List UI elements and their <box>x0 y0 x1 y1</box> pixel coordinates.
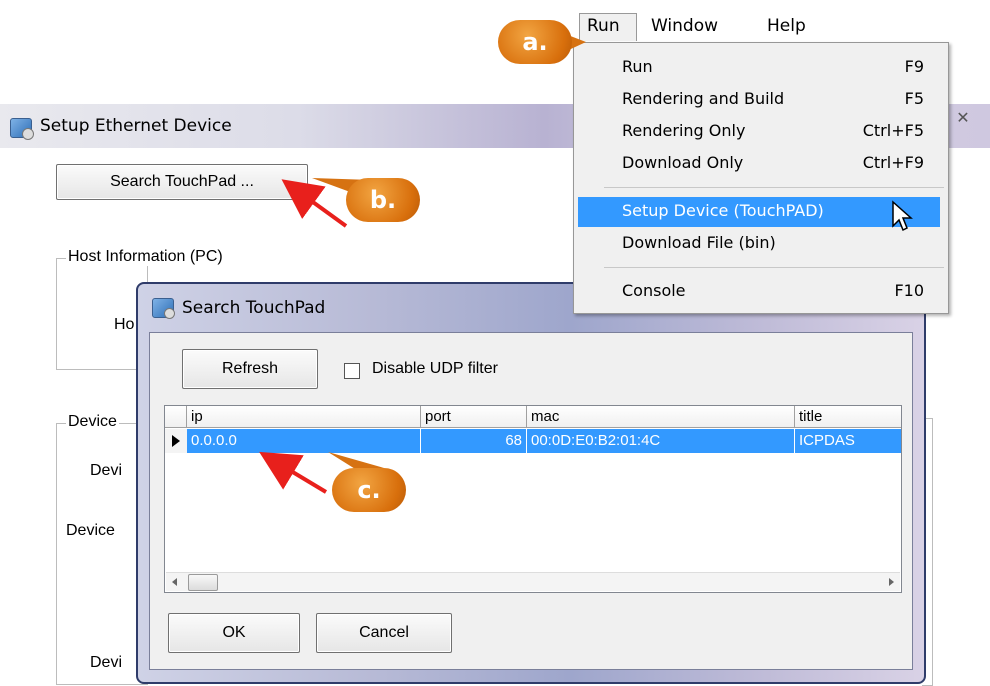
arrow-to-search-button <box>281 179 348 228</box>
arrow-to-device-row <box>259 451 328 494</box>
annotation-arrows <box>259 179 348 494</box>
